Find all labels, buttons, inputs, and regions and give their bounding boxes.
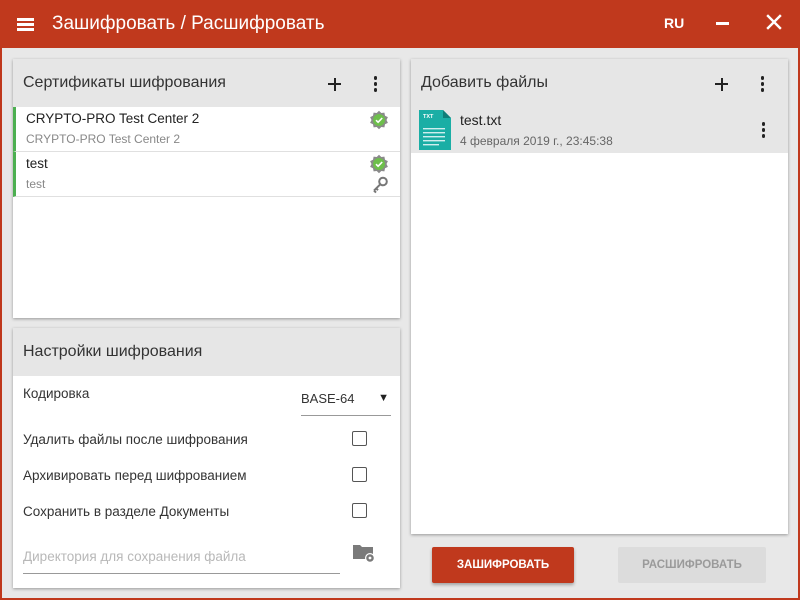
files-title: Добавить файлы: [421, 74, 548, 91]
add-certificate-plus-icon[interactable]: [323, 72, 347, 96]
delete-after-checkbox[interactable]: [352, 431, 367, 446]
certificate-name: CRYPTO-PRO Test Center 2: [26, 111, 200, 126]
language-switch[interactable]: RU: [664, 15, 684, 31]
decrypt-button[interactable]: РАСШИФРОВАТЬ: [618, 547, 766, 583]
certificate-name: test: [26, 156, 48, 171]
encoding-select[interactable]: BASE-64 ▼: [301, 386, 391, 416]
certificate-issuer: test: [26, 177, 46, 191]
settings-title: Настройки шифрования: [23, 343, 203, 360]
file-date: 4 февраля 2019 г., 23:45:38: [460, 134, 613, 148]
settings-header: Настройки шифрования: [13, 328, 400, 376]
minimize-icon[interactable]: [716, 22, 729, 25]
save-to-docs-label: Сохранить в разделе Документы: [23, 504, 230, 519]
certificate-item[interactable]: test test: [13, 152, 400, 197]
certificates-title: Сертификаты шифрования: [23, 74, 226, 91]
title-bar: Зашифровать / Расшифровать RU: [0, 0, 800, 48]
file-name: test.txt: [460, 112, 502, 128]
key-icon: [373, 176, 388, 194]
file-type-label: TXT: [423, 114, 434, 120]
directory-input[interactable]: [23, 540, 340, 574]
check-badge-icon: [370, 110, 388, 130]
certificates-more-icon[interactable]: [363, 72, 387, 96]
files-card: Добавить файлы TXT test.txt 4 февраля 20…: [411, 59, 788, 534]
file-more-icon[interactable]: [751, 118, 775, 142]
certificate-issuer: CRYPTO-PRO Test Center 2: [26, 132, 181, 146]
save-to-docs-checkbox[interactable]: [352, 503, 367, 518]
dropdown-arrow-icon: ▼: [378, 392, 389, 404]
files-more-icon[interactable]: [750, 72, 774, 96]
encrypt-button[interactable]: ЗАШИФРОВАТЬ: [432, 547, 574, 583]
encoding-label: Кодировка: [23, 386, 90, 401]
files-header: Добавить файлы: [411, 59, 788, 107]
check-badge-icon: [370, 154, 388, 174]
archive-label: Архивировать перед шифрованием: [23, 468, 247, 483]
certificates-card: Сертификаты шифрования CRYPTO-PRO Test C…: [13, 59, 400, 318]
close-icon[interactable]: [764, 12, 784, 32]
encryption-settings-card: Настройки шифрования Кодировка BASE-64 ▼…: [13, 328, 400, 588]
add-file-plus-icon[interactable]: [710, 72, 734, 96]
window-title: Зашифровать / Расшифровать: [52, 13, 325, 34]
certificate-item[interactable]: CRYPTO-PRO Test Center 2 CRYPTO-PRO Test…: [13, 107, 400, 152]
certificates-header: Сертификаты шифрования: [13, 59, 400, 107]
delete-after-label: Удалить файлы после шифрования: [23, 432, 248, 447]
folder-settings-icon[interactable]: [352, 542, 376, 564]
encoding-value: BASE-64: [301, 391, 355, 406]
file-item[interactable]: TXT test.txt 4 февраля 2019 г., 23:45:38: [411, 107, 788, 153]
archive-checkbox[interactable]: [352, 467, 367, 482]
txt-file-icon: TXT: [419, 110, 451, 150]
hamburger-menu-icon[interactable]: [14, 12, 38, 36]
